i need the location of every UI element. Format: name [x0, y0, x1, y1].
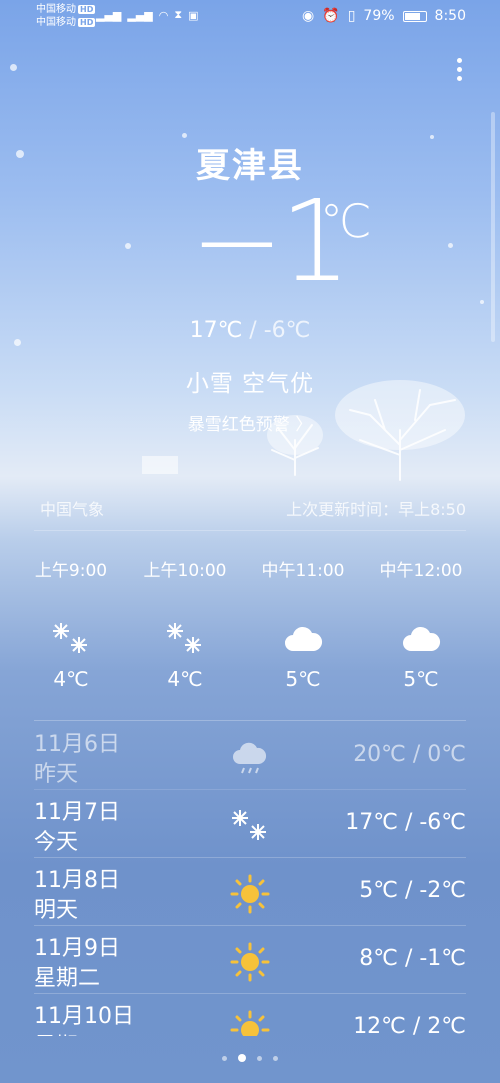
status-icons: ▂▄▆ ▂▄▆ ◠ ⧗ ▣: [96, 8, 199, 22]
hour-time: 上午9:00: [34, 561, 108, 581]
day-label: 星期二: [34, 966, 101, 991]
daily-row[interactable]: 11月8日 明天 5℃ / -2℃: [34, 858, 466, 926]
hour-temp: 4℃: [53, 667, 89, 691]
last-updated: 上次更新时间：早上8:50: [286, 500, 466, 519]
hour-temp: 5℃: [285, 667, 321, 691]
daily-forecast[interactable]: 11月6日 昨天 20℃ / 0℃ 11月7日 今天 17℃ / -6℃ 11月…: [0, 722, 500, 1036]
carrier-1: 中国移动: [36, 4, 76, 15]
day-date: 11月6日: [34, 732, 120, 757]
hd-badge: HD: [78, 5, 96, 14]
more-options-icon[interactable]: [454, 58, 464, 86]
alarm-icon: ⏰: [322, 8, 340, 24]
carrier-2: 中国移动: [36, 17, 76, 28]
page-dot[interactable]: [222, 1055, 227, 1061]
day-temp-range: 20℃ / 0℃: [353, 742, 466, 767]
page-indicator[interactable]: [0, 1054, 500, 1062]
sun-icon: [230, 1010, 270, 1036]
low-temp: -6℃: [263, 318, 311, 343]
page-dot-active[interactable]: [238, 1054, 246, 1062]
day-temp-range: 5℃ / -2℃: [359, 878, 466, 903]
hourglass-icon: ⧗: [174, 8, 183, 21]
page-dot[interactable]: [273, 1055, 278, 1061]
daily-row[interactable]: 11月10日 星期三 12℃ / 2℃: [34, 994, 466, 1036]
hourly-item: 中午11:00 5℃: [248, 556, 358, 691]
day-date: 11月10日: [34, 1004, 134, 1029]
cloud-icon: [248, 619, 358, 659]
hour-time: 中午11:00: [261, 561, 345, 581]
hour-temp: 5℃: [403, 667, 439, 691]
eye-icon: ◉: [302, 8, 315, 24]
day-temp-range: 12℃ / 2℃: [353, 1014, 466, 1036]
temperature-range: 17℃ / -6℃: [0, 318, 500, 343]
vibrate-icon: ▯: [347, 8, 356, 24]
hourly-item: 中午12:00 5℃: [366, 556, 476, 691]
page-dot[interactable]: [257, 1055, 262, 1061]
day-date: 11月9日: [34, 936, 120, 961]
temperature-unit: ℃: [320, 194, 372, 248]
wifi-icon: ◠: [158, 8, 169, 22]
signal-icon-2: ▂▄▆: [127, 8, 153, 22]
battery-icon: [402, 10, 427, 22]
snow-icon: [16, 619, 126, 659]
hour-temp: 4℃: [167, 667, 203, 691]
hourly-item: 上午10:00 4℃: [130, 556, 240, 691]
hd-badge-2: HD: [78, 18, 96, 27]
divider: [34, 530, 466, 531]
snow-icon: [230, 806, 270, 846]
day-label: 今天: [34, 830, 79, 855]
source-row: 中国气象 上次更新时间：早上8:50: [40, 496, 466, 520]
weather-condition: 小雪: [185, 371, 234, 397]
air-quality[interactable]: 空气优: [242, 371, 314, 397]
hour-time: 中午12:00: [379, 561, 463, 581]
range-separator: /: [242, 318, 264, 343]
day-label: 星期三: [34, 1028, 100, 1036]
condition-row: 小雪 空气优: [0, 364, 500, 398]
weather-alert[interactable]: 暴雪红色预警 〉: [0, 410, 500, 435]
cloud-icon: [366, 619, 476, 659]
status-bar: 中国移动 HD 中国移动 HD ▂▄▆ ▂▄▆ ◠ ⧗ ▣ ◉ ⏰ ▯ 79% 8:…: [0, 0, 500, 34]
signal-icon: ▂▄▆: [96, 8, 122, 22]
divider: [34, 720, 466, 721]
clock: 8:50: [434, 8, 466, 24]
day-label: 明天: [34, 898, 79, 923]
day-temp-range: 17℃ / -6℃: [345, 810, 466, 835]
day-label: 昨天: [34, 762, 79, 787]
calendar-icon: ▣: [188, 8, 199, 22]
rain-cloud-icon: [230, 738, 270, 778]
high-temp: 17℃: [189, 318, 243, 343]
snow-icon: [130, 619, 240, 659]
hour-time: 上午10:00: [143, 561, 227, 581]
daily-row[interactable]: 11月6日 昨天 20℃ / 0℃: [34, 722, 466, 790]
data-provider: 中国气象: [40, 500, 105, 519]
hourly-item: 上午9:00 4℃: [16, 556, 126, 691]
sun-icon: [230, 874, 270, 914]
day-date: 11月8日: [34, 868, 120, 893]
sun-icon: [230, 942, 270, 982]
day-date: 11月7日: [34, 800, 120, 825]
daily-row[interactable]: 11月7日 今天 17℃ / -6℃: [34, 790, 466, 858]
status-right: ◉ ⏰ ▯ 79% 8:50: [302, 8, 466, 24]
battery-percent: 79%: [363, 8, 395, 24]
carrier-info: 中国移动 HD 中国移动 HD: [36, 3, 96, 29]
hourly-forecast[interactable]: 上午9:00 4℃ 上午10:00 4℃ 中午11:00 5℃ 中午12:00 …: [0, 556, 500, 706]
daily-row[interactable]: 11月9日 星期二 8℃ / -1℃: [34, 926, 466, 994]
day-temp-range: 8℃ / -1℃: [359, 946, 466, 971]
